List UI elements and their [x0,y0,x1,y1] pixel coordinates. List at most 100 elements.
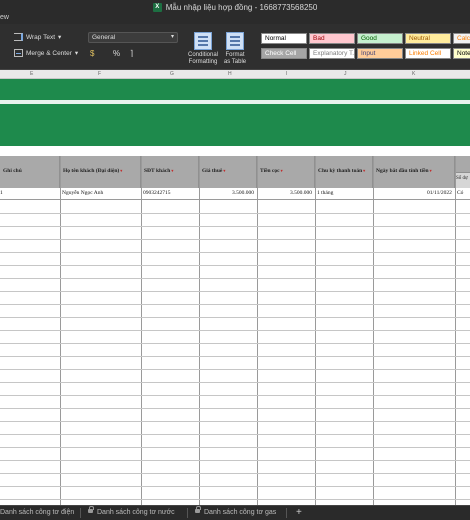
column-header-bar: E F G H I J K [0,70,470,79]
cell-style-check-cell[interactable]: Check Cell [261,48,307,59]
row-gridline [0,265,470,266]
row-gridline [0,252,470,253]
row-gridline [0,421,470,422]
column-letter[interactable]: G [170,71,174,77]
menu-bar: ew [0,14,470,24]
wrap-text-button[interactable]: Wrap Text ▾ [14,33,61,41]
tab-divider [286,508,287,518]
row-gridline [0,226,470,227]
conditional-formatting-icon [194,32,212,50]
row-gridline [0,317,470,318]
window-title: Mẫu nhập liệu hợp đồng - 1668773568250 [165,2,318,12]
excel-icon: X [152,2,162,12]
row-gridline [0,356,470,357]
row-gridline [0,408,470,409]
add-sheet-button[interactable]: + [296,506,302,520]
row-gridline [0,239,470,240]
format-as-table-label: Format as Table [223,52,247,65]
cell-style-calcula[interactable]: Calcula [453,33,470,44]
filter-marker-icon: ▾ [120,168,123,173]
sheet-tab-nuoc[interactable]: Danh sách công tơ nước [88,506,175,520]
number-format-value: General [92,34,116,41]
cell-style-normal[interactable]: Normal [261,33,307,44]
row-gridline [0,434,470,435]
sheet-tabs-bar: Danh sách công tơ điện Danh sách công tơ… [0,505,470,520]
spacer-row [0,146,470,156]
cell-first[interactable]: 1 [0,190,3,200]
row-gridline [0,473,470,474]
format-as-table-button[interactable]: Format as Table [222,32,248,66]
chevron-down-icon: ▾ [170,34,174,40]
header-tien-coc[interactable]: Tiền cọc▾ [257,156,315,188]
header-ngay-bat-dau[interactable]: Ngày bắt đầu tính tiền▾ [373,156,455,188]
title-band [0,79,470,100]
title-band-lower [0,104,470,146]
merge-center-icon [14,49,23,57]
cell-style-bad[interactable]: Bad [309,33,355,44]
cell-start-date[interactable]: 01/11/2022 [427,190,452,200]
cell-style-note[interactable]: Note [453,48,470,59]
filter-marker-icon: ▾ [171,168,174,173]
chevron-down-icon: ▾ [58,34,62,41]
cell-style-good[interactable]: Good [357,33,403,44]
row-gridline [0,343,470,344]
cell-style-explanatory-t[interactable]: Explanatory T... [309,48,355,59]
header-ho-ten-khach[interactable]: Họ tên khách (Đại diện)▾ [60,156,141,188]
column-letter[interactable]: J [344,71,347,77]
comma-format-button[interactable]: ⌉ [130,49,133,59]
conditional-formatting-label: Conditional Formatting [187,52,219,65]
header-ghi-chu[interactable]: Ghi chú [0,156,60,188]
row-gridline [0,213,470,214]
cell-last[interactable]: Có [457,190,463,200]
header-chu-ky-thanh-toan[interactable]: Chu kỳ thanh toán▾ [315,156,373,188]
cell-phone[interactable]: 0903242715 [143,190,171,200]
cell-rent[interactable]: 3.500.000 [232,190,254,200]
cell-cycle[interactable]: 1 tháng [317,190,333,200]
row-gridline [0,304,470,305]
header-gia-thue[interactable]: Giá thuê▾ [199,156,257,188]
filter-marker-icon: ▾ [429,168,432,173]
percent-format-button[interactable]: % [113,49,120,59]
column-letter[interactable]: E [30,71,33,77]
chevron-down-icon: ▾ [74,50,79,57]
wrap-text-icon [14,33,23,41]
cell-style-input[interactable]: Input [357,48,403,59]
cell-deposit[interactable]: 3.500.000 [290,190,312,200]
sheet-tab-dien[interactable]: Danh sách công tơ điện [0,506,74,520]
tab-divider [187,508,188,518]
filter-marker-icon: ▾ [280,168,283,173]
row-gridline [0,291,470,292]
cell-style-neutral[interactable]: Neutral [405,33,451,44]
row-gridline [0,330,470,331]
format-as-table-icon [226,32,244,50]
header-so-du[interactable]: Số dự [455,156,470,188]
merge-center-button[interactable]: Merge & Center ▾ [14,49,78,57]
row-gridline [0,486,470,487]
column-letter[interactable]: K [412,71,415,77]
conditional-formatting-button[interactable]: Conditional Formatting [186,32,220,66]
tab-divider [80,508,81,518]
row-gridline [0,382,470,383]
sheet-tab-gas[interactable]: Danh sách công tơ gas [195,506,276,520]
row-gridline [0,278,470,279]
wrap-text-label: Wrap Text [26,33,56,41]
header-sdt-khach[interactable]: SĐT khách▾ [141,156,199,188]
spreadsheet-grid[interactable]: E F G H I J K Ghi chú Họ tên khách (Đại … [0,70,470,505]
row-gridline [0,499,470,500]
cell-style-linked-cell[interactable]: Linked Cell [405,48,451,59]
cell-name[interactable]: Nguyễn Ngọc Anh [62,190,103,200]
row-gridline [0,395,470,396]
column-letter[interactable]: H [228,71,232,77]
lock-icon [195,506,201,513]
number-format-select[interactable]: General ▾ [88,32,178,43]
column-letter[interactable]: F [98,71,101,77]
row-gridline [0,447,470,448]
menu-view[interactable]: ew [0,14,9,21]
window-titlebar: X Mẫu nhập liệu hợp đồng - 1668773568250 [0,0,470,14]
column-letter[interactable]: I [286,71,287,77]
row-gridline [0,460,470,461]
accounting-format-button[interactable]: $ [90,49,94,59]
filter-marker-icon: ▾ [363,168,366,173]
filter-marker-icon: ▾ [223,168,226,173]
ribbon: Wrap Text ▾ Merge & Center ▾ General ▾ $… [0,24,470,70]
